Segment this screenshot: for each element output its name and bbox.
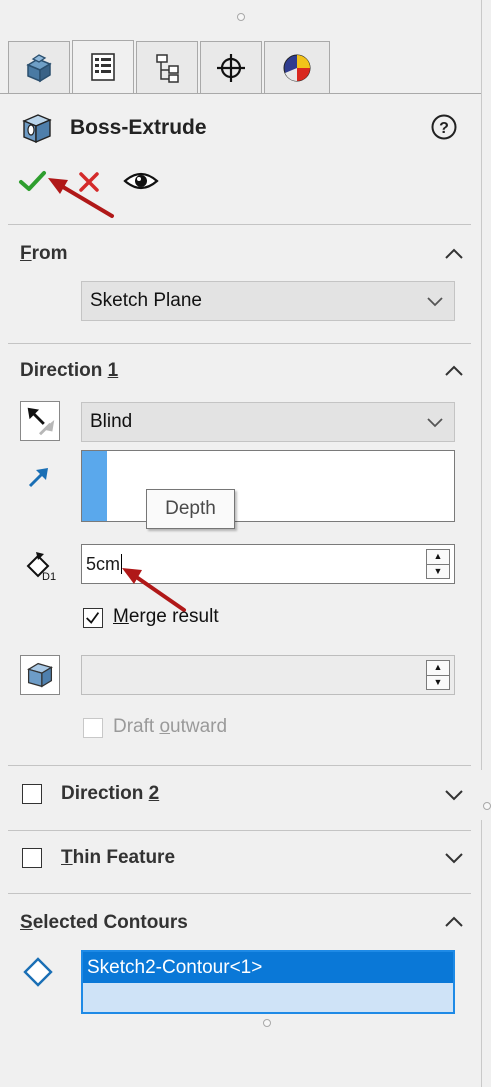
list-item[interactable]: Sketch2-Contour<1> bbox=[83, 952, 453, 983]
list-resize-grip[interactable] bbox=[263, 1019, 271, 1027]
section-divider bbox=[8, 830, 471, 831]
draft-toggle-button[interactable] bbox=[20, 655, 60, 695]
tab-dimxpert-manager[interactable] bbox=[200, 41, 262, 93]
annotation-arrow-ok bbox=[48, 178, 114, 218]
depth-dimension-icon: D1 bbox=[22, 548, 64, 584]
checkmark-icon bbox=[86, 612, 100, 624]
from-dropdown-value: Sketch Plane bbox=[90, 290, 202, 311]
direction1-section-title[interactable]: Direction 1 bbox=[20, 360, 118, 382]
section-divider bbox=[8, 893, 471, 894]
scroll-gutter-lower bbox=[481, 820, 482, 1087]
selected-contours-section-title[interactable]: Selected Contours bbox=[20, 912, 188, 934]
from-dropdown[interactable]: Sketch Plane bbox=[81, 281, 455, 321]
configuration-manager-icon bbox=[156, 53, 179, 83]
draft-angle-input: ▲ ▼ bbox=[81, 655, 455, 695]
help-icon[interactable]: ? bbox=[430, 113, 458, 141]
reverse-direction-button[interactable] bbox=[20, 401, 60, 441]
merge-result-label[interactable]: Merge result bbox=[113, 606, 219, 628]
direction2-section-title[interactable]: Direction 2 bbox=[61, 783, 159, 805]
draft-outward-label: Draft outward bbox=[113, 716, 228, 737]
selection-active-indicator bbox=[82, 451, 107, 521]
scroll-gutter bbox=[481, 0, 482, 770]
manager-tab-strip bbox=[0, 37, 481, 94]
tab-feature-manager[interactable] bbox=[8, 41, 70, 93]
property-manager-icon bbox=[91, 53, 115, 81]
svg-text:?: ? bbox=[439, 120, 449, 137]
section-divider bbox=[8, 765, 471, 766]
preview-toggle[interactable] bbox=[122, 168, 160, 194]
panel-resize-grip[interactable] bbox=[237, 13, 245, 21]
section-divider bbox=[8, 343, 471, 344]
draft-icon bbox=[27, 662, 53, 688]
section-divider bbox=[8, 224, 471, 225]
chevron-down-icon bbox=[427, 297, 443, 307]
boss-extrude-feature-icon bbox=[18, 112, 56, 146]
chevron-up-icon[interactable] bbox=[443, 915, 465, 929]
direction2-checkbox[interactable] bbox=[22, 784, 42, 804]
svg-text:D1: D1 bbox=[42, 571, 56, 583]
merge-result-checkbox[interactable] bbox=[83, 608, 103, 628]
spin-up-arrow-icon: ▲ bbox=[433, 662, 443, 673]
tab-property-manager[interactable] bbox=[72, 40, 134, 93]
direction-reference-selection-box[interactable] bbox=[81, 450, 455, 522]
from-section-title[interactable]: From bbox=[20, 243, 68, 265]
thin-feature-checkbox[interactable] bbox=[22, 848, 42, 868]
chevron-down-icon bbox=[427, 418, 443, 428]
end-condition-dropdown[interactable]: Blind bbox=[81, 402, 455, 442]
depth-spinner[interactable]: ▲ ▼ bbox=[426, 549, 450, 579]
contour-selection-icon bbox=[23, 957, 53, 987]
draft-angle-spinner: ▲ ▼ bbox=[426, 660, 450, 690]
reverse-direction-icon bbox=[27, 407, 55, 436]
spin-down-arrow-icon[interactable]: ▼ bbox=[427, 563, 449, 579]
feature-title: Boss-Extrude bbox=[70, 116, 207, 139]
feature-manager-icon bbox=[26, 53, 52, 82]
direction-vector-icon bbox=[28, 468, 48, 488]
thin-feature-section-title[interactable]: Thin Feature bbox=[61, 847, 175, 869]
eye-icon bbox=[123, 172, 159, 190]
depth-tooltip: Depth bbox=[146, 489, 235, 529]
display-manager-icon bbox=[283, 54, 311, 81]
chevron-down-icon[interactable] bbox=[443, 788, 465, 802]
tab-display-manager[interactable] bbox=[264, 41, 330, 93]
spin-down-arrow-icon: ▼ bbox=[427, 674, 449, 690]
dimxpert-manager-icon bbox=[217, 53, 245, 82]
chevron-up-icon[interactable] bbox=[443, 364, 465, 378]
end-condition-value: Blind bbox=[90, 411, 133, 432]
tab-configuration-manager[interactable] bbox=[136, 41, 198, 93]
chevron-down-icon[interactable] bbox=[443, 851, 465, 865]
spin-up-arrow-icon[interactable]: ▲ bbox=[427, 550, 449, 564]
draft-outward-checkbox bbox=[83, 718, 103, 738]
chevron-up-icon[interactable] bbox=[443, 247, 465, 261]
selected-contours-list[interactable]: Sketch2-Contour<1> bbox=[81, 950, 455, 1014]
panel-splitter-grip[interactable] bbox=[483, 802, 491, 810]
